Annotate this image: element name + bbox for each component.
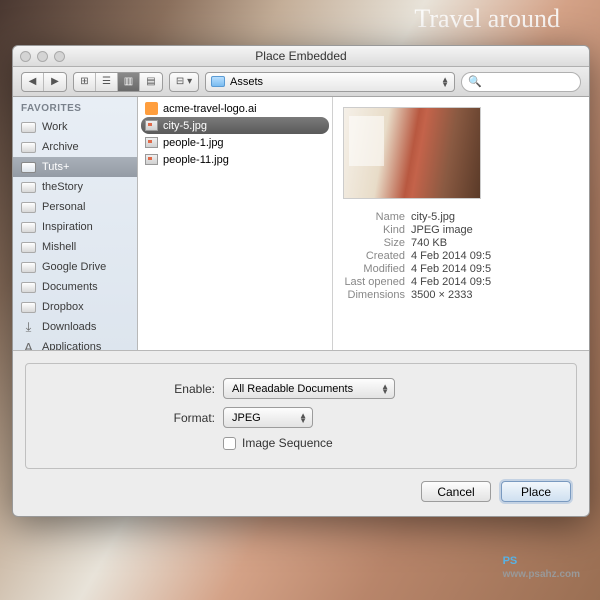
file-icon	[144, 136, 158, 150]
sidebar-item-label: Archive	[42, 141, 79, 153]
sidebar-item-personal[interactable]: Personal	[13, 197, 137, 217]
location-label: Assets	[230, 76, 263, 88]
sidebar-item-dropbox[interactable]: Dropbox	[13, 297, 137, 317]
titlebar[interactable]: Place Embedded	[13, 46, 589, 67]
sidebar-item-label: Downloads	[42, 321, 96, 333]
file-list: acme-travel-logo.ai city-5.jpg people-1.jp…	[138, 97, 333, 350]
place-embedded-dialog: Place Embedded ◀ ▶ ⊞ ☰ ▥ ▤ ⊟ ▾ Assets ▲▼…	[12, 45, 590, 517]
sidebar-item-thestory[interactable]: theStory	[13, 177, 137, 197]
sidebar-item-tuts-[interactable]: Tuts+	[13, 157, 137, 177]
folder-icon	[21, 162, 36, 173]
downloads-icon: ⤓	[21, 320, 36, 334]
close-icon[interactable]	[20, 51, 31, 62]
window-controls	[20, 51, 65, 62]
sidebar-item-label: Google Drive	[42, 261, 106, 273]
folder-icon	[21, 242, 36, 253]
background-text: Travel around	[414, 4, 560, 34]
sidebar-item-applications[interactable]: А Applications	[13, 337, 137, 350]
sidebar-item-label: Inspiration	[42, 221, 93, 233]
sidebar-item-label: Applications	[42, 341, 101, 350]
sidebar-item-inspiration[interactable]: Inspiration	[13, 217, 137, 237]
enable-label: Enable:	[38, 382, 223, 396]
file-name: acme-travel-logo.ai	[163, 103, 257, 115]
zoom-icon[interactable]	[54, 51, 65, 62]
browser-body: FAVORITES Work Archive Tuts+ theStory Person…	[13, 97, 589, 351]
sidebar-item-work[interactable]: Work	[13, 117, 137, 137]
toolbar: ◀ ▶ ⊞ ☰ ▥ ▤ ⊟ ▾ Assets ▲▼ 🔍	[13, 67, 589, 97]
cancel-button[interactable]: Cancel	[421, 481, 491, 502]
view-mode-buttons: ⊞ ☰ ▥ ▤	[73, 72, 163, 92]
folder-icon	[21, 142, 36, 153]
sidebar-item-label: Mishell	[42, 241, 76, 253]
sidebar-header: FAVORITES	[13, 97, 137, 117]
location-popup[interactable]: Assets ▲▼	[205, 72, 455, 92]
file-metadata: Namecity-5.jpg KindJPEG image Size740 KB…	[343, 211, 579, 301]
format-label: Format:	[38, 411, 223, 425]
updown-icon: ▲▼	[441, 77, 449, 87]
preview-pane: Namecity-5.jpg KindJPEG image Size740 KB…	[333, 97, 589, 350]
file-icon	[144, 153, 158, 167]
place-button[interactable]: Place	[501, 481, 571, 502]
file-item[interactable]: acme-travel-logo.ai	[138, 100, 332, 117]
dialog-buttons: Cancel Place	[13, 481, 589, 516]
nav-buttons: ◀ ▶	[21, 72, 67, 92]
list-view-button[interactable]: ☰	[96, 73, 118, 91]
folder-icon	[21, 262, 36, 273]
column-view-button[interactable]: ▥	[118, 73, 140, 91]
file-item[interactable]: people-1.jpg	[138, 134, 332, 151]
file-name: city-5.jpg	[163, 120, 207, 132]
file-item[interactable]: city-5.jpg	[141, 117, 329, 134]
arrange-button: ⊟ ▾	[169, 72, 199, 92]
folder-icon	[211, 76, 225, 87]
sidebar-item-label: Work	[42, 121, 67, 133]
sidebar-item-label: Dropbox	[42, 301, 84, 313]
forward-button[interactable]: ▶	[44, 73, 66, 91]
sidebar-item-label: Personal	[42, 201, 85, 213]
file-name: people-11.jpg	[163, 154, 229, 166]
coverflow-view-button[interactable]: ▤	[140, 73, 162, 91]
search-input[interactable]: 🔍	[461, 72, 581, 92]
folder-icon	[21, 202, 36, 213]
file-icon	[144, 119, 158, 133]
file-icon	[144, 102, 158, 116]
folder-icon	[21, 122, 36, 133]
arrange-menu[interactable]: ⊟ ▾	[170, 73, 198, 91]
enable-select[interactable]: All Readable Documents ▲▼	[223, 378, 395, 399]
applications-icon: А	[21, 340, 36, 350]
folder-icon	[21, 302, 36, 313]
sidebar-item-archive[interactable]: Archive	[13, 137, 137, 157]
minimize-icon[interactable]	[37, 51, 48, 62]
sidebar-item-google-drive[interactable]: Google Drive	[13, 257, 137, 277]
sidebar-item-label: Tuts+	[42, 161, 69, 173]
preview-thumbnail	[343, 107, 481, 199]
options-panel: Enable: All Readable Documents ▲▼ Format…	[13, 351, 589, 481]
sidebar-item-label: Documents	[42, 281, 98, 293]
image-sequence-checkbox[interactable]	[223, 437, 236, 450]
sidebar-item-label: theStory	[42, 181, 83, 193]
sidebar-item-downloads[interactable]: ⤓ Downloads	[13, 317, 137, 337]
watermark: PSwww.psahz.com	[503, 548, 580, 580]
image-sequence-label: Image Sequence	[242, 436, 333, 450]
folder-icon	[21, 182, 36, 193]
file-name: people-1.jpg	[163, 137, 224, 149]
sidebar-item-mishell[interactable]: Mishell	[13, 237, 137, 257]
file-item[interactable]: people-11.jpg	[138, 151, 332, 168]
icon-view-button[interactable]: ⊞	[74, 73, 96, 91]
folder-icon	[21, 222, 36, 233]
search-icon: 🔍	[468, 75, 482, 88]
folder-icon	[21, 282, 36, 293]
sidebar: FAVORITES Work Archive Tuts+ theStory Person…	[13, 97, 138, 350]
dialog-title: Place Embedded	[13, 49, 589, 63]
back-button[interactable]: ◀	[22, 73, 44, 91]
format-select[interactable]: JPEG ▲▼	[223, 407, 313, 428]
sidebar-item-documents[interactable]: Documents	[13, 277, 137, 297]
